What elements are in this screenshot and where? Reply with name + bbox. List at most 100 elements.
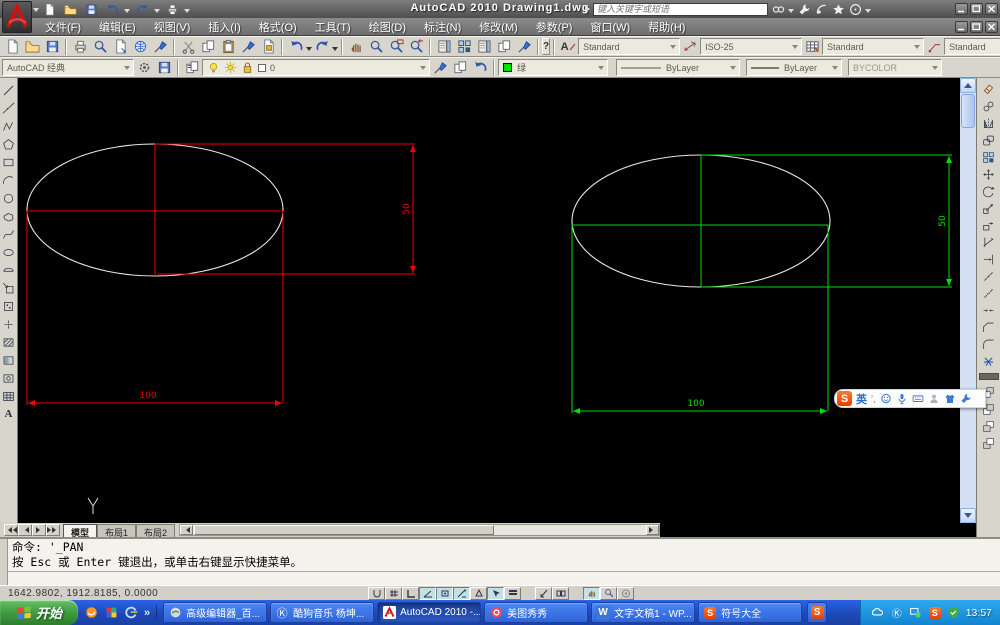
construction-line-button[interactable]	[1, 101, 17, 115]
menu-parametric[interactable]: 参数(P)	[527, 17, 582, 37]
tray-kugou-icon[interactable]: Ⓚ	[890, 606, 904, 620]
quick-launch-more-icon[interactable]: »	[144, 607, 150, 619]
ellipse-button[interactable]	[1, 245, 17, 259]
tray-cloud-icon[interactable]	[871, 606, 885, 620]
zoom-previous-button[interactable]	[406, 37, 426, 56]
ime-voice-icon[interactable]	[896, 393, 908, 405]
copy-clip-button[interactable]	[198, 37, 218, 56]
horizontal-scrollbar[interactable]	[179, 524, 660, 536]
command-input-line[interactable]	[8, 572, 1000, 585]
ime-skin-icon[interactable]	[944, 393, 956, 405]
polygon-button[interactable]	[1, 137, 17, 151]
mleader-style-combo[interactable]: Standard	[944, 38, 1000, 55]
designcenter-button[interactable]	[454, 37, 474, 56]
sogou-logo-icon[interactable]: S	[837, 391, 852, 406]
tray-security-shield-icon[interactable]	[947, 606, 961, 620]
copy-button[interactable]	[981, 99, 997, 113]
communication-center-icon[interactable]	[814, 3, 828, 16]
workspace-settings-button[interactable]	[134, 58, 154, 77]
sheetset-manager-button[interactable]	[494, 37, 514, 56]
undo-button[interactable]	[286, 37, 306, 56]
menu-edit[interactable]: 编辑(E)	[90, 17, 145, 37]
send-under-objects-button[interactable]	[981, 436, 997, 450]
scale-button[interactable]	[981, 201, 997, 215]
polyline-button[interactable]	[1, 119, 17, 133]
snap-toggle[interactable]	[368, 586, 386, 600]
redo-dropdown-icon[interactable]	[332, 46, 338, 54]
tab-model[interactable]: 模型	[63, 524, 98, 538]
stretch-button[interactable]	[981, 218, 997, 232]
search-binoculars-icon[interactable]	[771, 3, 785, 16]
otrack-toggle[interactable]	[453, 586, 471, 600]
point-button[interactable]	[1, 317, 17, 331]
line-button[interactable]	[1, 83, 17, 97]
menu-tools[interactable]: 工具(T)	[306, 17, 360, 37]
help-dropdown-icon[interactable]	[865, 9, 871, 16]
arc-button[interactable]	[1, 173, 17, 187]
quick-launch-360-icon[interactable]	[84, 605, 99, 620]
doc-minimize-button[interactable]	[955, 21, 968, 33]
ime-emoji-icon[interactable]	[880, 393, 892, 405]
doc-restore-button[interactable]	[970, 21, 983, 33]
save-workspace-button[interactable]	[154, 58, 174, 77]
dyn-toggle[interactable]	[487, 586, 505, 600]
ime-mode-indicator[interactable]: 英	[856, 391, 867, 407]
doc-close-button[interactable]	[985, 21, 998, 33]
rotate-button[interactable]	[981, 184, 997, 198]
layer-color-swatch[interactable]	[258, 63, 266, 72]
match-properties-button[interactable]	[238, 37, 258, 56]
menu-file[interactable]: 文件(F)	[36, 17, 90, 37]
linetype-combo[interactable]: ByLayer	[616, 59, 740, 76]
clock[interactable]: 13:57	[966, 607, 992, 619]
menu-dimension[interactable]: 标注(N)	[415, 17, 470, 37]
tab-last-button[interactable]	[46, 524, 60, 536]
help-button[interactable]: ?	[542, 38, 551, 55]
drawing-area[interactable]: 100 50 100 50 A 模型 布局1 布局2	[0, 78, 1000, 538]
taskbar-task-kugou[interactable]: Ⓚ 酷狗音乐 杨坤...	[270, 602, 375, 623]
break-button[interactable]	[981, 286, 997, 300]
layer-freeze-sun-icon[interactable]	[224, 61, 237, 74]
join-button[interactable]	[981, 303, 997, 317]
quick-launch-app-icon[interactable]	[104, 605, 119, 620]
scroll-down-button[interactable]	[960, 508, 976, 523]
tool-palettes-button[interactable]	[474, 37, 494, 56]
dim-style-combo[interactable]: ISO-25	[700, 38, 803, 55]
taskbar-task-wps[interactable]: W 文字文稿1 - WP...	[591, 602, 696, 623]
page-edit-button[interactable]	[150, 37, 170, 56]
gradient-button[interactable]	[1, 353, 17, 367]
ime-passport-icon[interactable]	[928, 393, 940, 405]
circle-button[interactable]	[1, 191, 17, 205]
ime-toolbox-icon[interactable]	[960, 393, 972, 405]
hscroll-left-button[interactable]	[180, 525, 194, 535]
web-publish-button[interactable]	[130, 37, 150, 56]
text-style-combo[interactable]: Standard	[578, 38, 681, 55]
make-object-layer-current-button[interactable]	[430, 58, 450, 77]
ime-punctuation-indicator[interactable]: ’,	[871, 394, 876, 404]
layer-match-button[interactable]	[450, 58, 470, 77]
tab-layout1[interactable]: 布局1	[97, 524, 137, 538]
ellipse-arc-button[interactable]	[1, 263, 17, 277]
grid-toggle[interactable]	[385, 586, 403, 600]
workspace-combo[interactable]: AutoCAD 经典	[2, 59, 134, 76]
model-space-canvas[interactable]: 100 50 100 50	[18, 78, 960, 537]
plot-button[interactable]	[70, 37, 90, 56]
lineweight-combo[interactable]: ByLayer	[746, 59, 842, 76]
hscroll-right-button[interactable]	[646, 525, 659, 535]
erase-button[interactable]	[981, 82, 997, 96]
draworder-toolbar-grip[interactable]	[978, 373, 999, 380]
tray-sogou-icon[interactable]: S	[928, 606, 942, 620]
quick-launch-browser-icon[interactable]	[124, 605, 139, 620]
tab-first-button[interactable]	[4, 524, 18, 536]
layer-previous-button[interactable]	[470, 58, 490, 77]
pan-realtime-button[interactable]	[346, 37, 366, 56]
taskbar-task-symbols[interactable]: S 符号大全	[698, 602, 803, 623]
app-minimize-button[interactable]	[955, 3, 968, 15]
zoom-window-button[interactable]	[386, 37, 406, 56]
table-style-combo[interactable]: Standard	[822, 38, 925, 55]
subscription-wrench-icon[interactable]	[797, 3, 811, 16]
zoom-button[interactable]	[600, 586, 618, 600]
offset-button[interactable]	[981, 133, 997, 147]
taskbar-task-meitu[interactable]: 美图秀秀	[484, 602, 589, 623]
search-dropdown-icon[interactable]	[788, 9, 794, 16]
menu-draw[interactable]: 绘图(D)	[360, 17, 415, 37]
